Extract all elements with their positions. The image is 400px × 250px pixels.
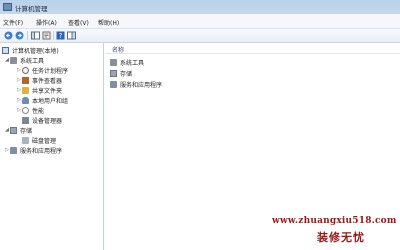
list-item-label: 服务和应用程序 xyxy=(120,82,163,89)
folder-icon xyxy=(22,87,29,94)
tree-item-local-users[interactable]: ▷ 本地用户和组 xyxy=(16,96,68,105)
users-icon xyxy=(22,97,29,104)
system-tools-icon xyxy=(110,59,117,66)
tree-item-label: 设备管理器 xyxy=(32,118,63,125)
menu-bar: 文件(F) 操作(A) 查看(V) 帮助(H) xyxy=(0,14,400,29)
device-manager-icon xyxy=(22,117,29,124)
system-tools-icon xyxy=(10,57,17,64)
event-viewer-icon xyxy=(22,77,29,84)
column-header-label: 名称 xyxy=(112,47,125,54)
menu-help[interactable]: 帮助(H) xyxy=(98,18,119,27)
console-tree-icon[interactable] xyxy=(31,31,40,40)
window-title: 计算机管理 xyxy=(15,5,48,13)
tree-item-root[interactable]: 计算机管理(本地) xyxy=(2,46,59,55)
tree-item-label: 性能 xyxy=(32,108,45,115)
tree-item-label: 本地用户和组 xyxy=(32,98,69,105)
watermark-name: 装修无忧 xyxy=(317,231,365,244)
tree-item-device-manager[interactable]: 设备管理器 xyxy=(22,116,62,125)
menu-action[interactable]: 操作(A) xyxy=(36,18,57,27)
toolbar-separator xyxy=(53,31,54,40)
column-header-name[interactable]: 名称 xyxy=(106,43,400,54)
tree-item-label: 计算机管理(本地) xyxy=(12,48,59,55)
tree-item-event-viewer[interactable]: ▷ 事件查看器 xyxy=(16,76,62,85)
properties-icon[interactable] xyxy=(42,31,51,40)
list-item-label: 系统工具 xyxy=(120,60,145,67)
tree-item-services-apps[interactable]: ▷ 服务和应用程序 xyxy=(4,146,62,155)
tree-item-system-tools[interactable]: ◢ 系统工具 xyxy=(4,56,44,65)
toolbar-separator xyxy=(27,31,28,40)
tree-item-storage[interactable]: ◢ 存储 xyxy=(4,126,32,135)
title-bar: 计算机管理 xyxy=(0,0,400,14)
forward-arrow-icon[interactable] xyxy=(15,31,24,40)
tree-item-label: 事件查看器 xyxy=(32,78,63,85)
list-item[interactable]: 存储 xyxy=(110,69,132,78)
menu-view[interactable]: 查看(V) xyxy=(68,18,89,27)
toolbar: ? xyxy=(0,29,400,43)
watermark-url: www.zhuangxiu518.com xyxy=(272,216,397,226)
console-tree[interactable]: 计算机管理(本地) ◢ 系统工具 ▷ 任务计划程序 ▷ 事件查看器 ▷ 共享文件… xyxy=(0,43,104,250)
storage-icon xyxy=(10,127,17,134)
tree-item-disk-management[interactable]: 磁盘管理 xyxy=(22,136,56,145)
services-icon xyxy=(110,81,117,88)
show-hide-icon[interactable] xyxy=(67,31,76,40)
list-item[interactable]: 服务和应用程序 xyxy=(110,80,162,89)
tree-item-label: 系统工具 xyxy=(20,58,45,65)
tree-item-shared-folders[interactable]: ▷ 共享文件夹 xyxy=(16,86,62,95)
computer-management-icon xyxy=(3,3,12,11)
clock-icon xyxy=(22,67,29,74)
tree-item-label: 共享文件夹 xyxy=(32,88,63,95)
tree-item-performance[interactable]: ▷ 性能 xyxy=(16,106,44,115)
tree-item-task-scheduler[interactable]: ▷ 任务计划程序 xyxy=(16,66,68,75)
services-icon xyxy=(10,147,17,154)
list-item[interactable]: 系统工具 xyxy=(110,58,144,67)
computer-icon xyxy=(2,47,9,54)
help-icon[interactable]: ? xyxy=(56,31,65,40)
tree-item-label: 存储 xyxy=(20,128,33,135)
tree-item-label: 磁盘管理 xyxy=(32,138,57,145)
list-item-label: 存储 xyxy=(120,71,133,78)
menu-file[interactable]: 文件(F) xyxy=(3,18,23,27)
storage-icon xyxy=(110,70,117,77)
tree-item-label: 任务计划程序 xyxy=(32,68,69,75)
svg-text:?: ? xyxy=(59,32,63,40)
back-arrow-icon[interactable] xyxy=(4,31,13,40)
tree-item-label: 服务和应用程序 xyxy=(20,148,63,155)
performance-icon xyxy=(22,107,29,114)
disk-icon xyxy=(22,137,29,144)
